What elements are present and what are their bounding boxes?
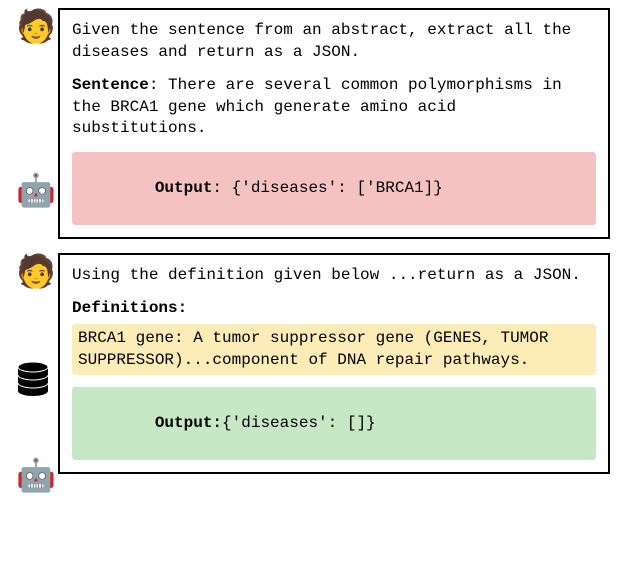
output-label: Output <box>155 179 213 197</box>
panel1-box: Given the sentence from an abstract, ext… <box>58 8 610 239</box>
output-text: : {'diseases': ['BRCA1]} <box>212 179 442 197</box>
definition-text: BRCA1 gene: A tumor suppressor gene (GEN… <box>72 324 596 375</box>
robot-icon: 🤖 <box>16 174 56 206</box>
panel-with-definition: 🧑 🤖 Using the definition given below ...… <box>10 253 610 474</box>
panel2-box: Using the definition given below ...retu… <box>58 253 610 474</box>
definitions-label: Definitions: <box>72 299 187 317</box>
panel1-gutter: 🧑 🤖 <box>10 8 58 239</box>
panel2-instruction: Using the definition given below ...retu… <box>72 265 596 287</box>
output-label: Output: <box>155 414 222 432</box>
sentence-label: Sentence <box>72 76 149 94</box>
person-icon: 🧑 <box>16 10 56 42</box>
panel2-output: Output:{'diseases': []} <box>72 387 596 460</box>
panel2-gutter: 🧑 🤖 <box>10 253 58 474</box>
panel1-instruction: Given the sentence from an abstract, ext… <box>72 20 596 63</box>
figure-root: 🧑 🤖 Given the sentence from an abstract,… <box>0 0 620 564</box>
database-icon <box>16 361 50 407</box>
panel1-output: Output: {'diseases': ['BRCA1]} <box>72 152 596 225</box>
panel-no-definition: 🧑 🤖 Given the sentence from an abstract,… <box>10 8 610 239</box>
robot-icon: 🤖 <box>16 459 56 491</box>
person-icon: 🧑 <box>16 255 56 287</box>
output-text: {'diseases': []} <box>222 414 376 432</box>
panel1-sentence: Sentence: There are several common polym… <box>72 75 596 140</box>
